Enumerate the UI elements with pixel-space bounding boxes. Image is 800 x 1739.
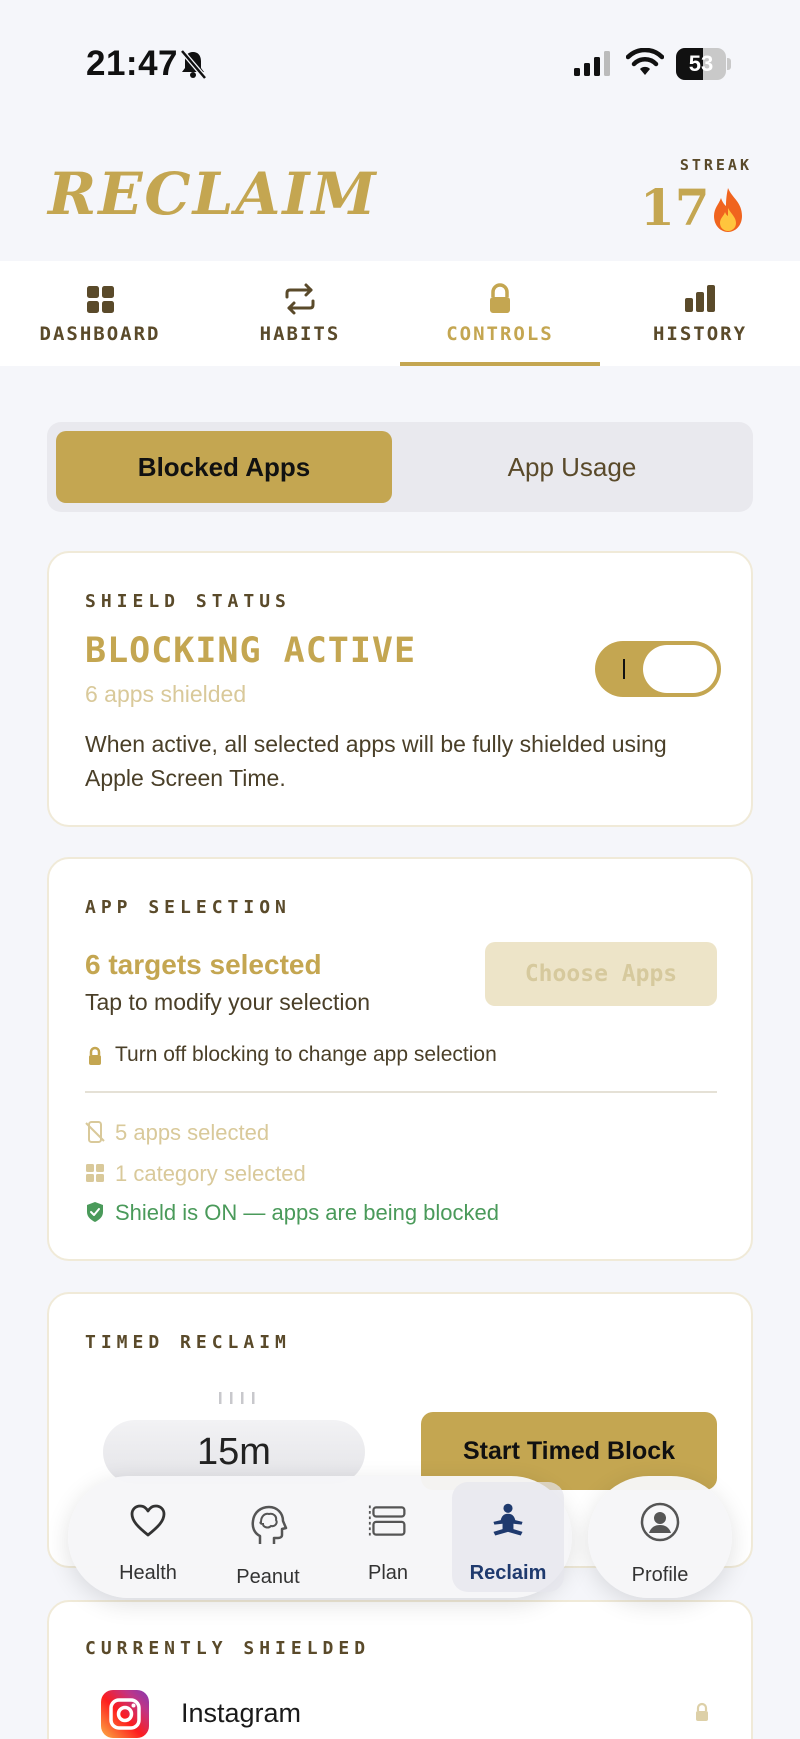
targets-selected-subtitle: Tap to modify your selection bbox=[85, 989, 371, 1015]
shielded-app-name: Instagram bbox=[181, 1698, 302, 1728]
plan-icon bbox=[368, 1505, 406, 1537]
blocking-active-title: BLOCKING ACTIVE bbox=[85, 631, 417, 671]
active-tab-indicator bbox=[400, 362, 600, 366]
blocked-apps-segment[interactable]: Blocked Apps bbox=[56, 431, 392, 503]
picker-ticks bbox=[219, 1392, 255, 1404]
lock-icon bbox=[89, 1046, 101, 1065]
nav-profile[interactable]: Profile bbox=[588, 1476, 732, 1598]
currently-shielded-card: CURRENTLY SHIELDED Instagram bbox=[47, 1600, 753, 1739]
wifi-icon bbox=[626, 48, 664, 75]
nav-peanut[interactable]: Peanut bbox=[208, 1476, 328, 1598]
duration-picker[interactable]: 15m bbox=[103, 1420, 365, 1484]
nav-reclaim[interactable]: Reclaim bbox=[448, 1476, 568, 1598]
tab-history[interactable]: HISTORY bbox=[600, 261, 800, 366]
apps-selected-count: 5 apps selected bbox=[115, 1120, 270, 1145]
cellular-signal-icon bbox=[574, 51, 610, 76]
lock-note: Turn off blocking to change app selectio… bbox=[115, 1043, 497, 1066]
battery-indicator: 53 bbox=[676, 48, 731, 80]
shield-on-status: Shield is ON — apps are being blocked bbox=[115, 1200, 499, 1225]
person-circle-icon bbox=[640, 1502, 680, 1542]
blocking-toggle[interactable] bbox=[595, 641, 721, 697]
status-time: 21:47 bbox=[86, 44, 179, 83]
brand-title: RECLAIM bbox=[48, 160, 378, 228]
instagram-app-icon bbox=[101, 1690, 149, 1738]
blocked-usage-segmented-control: Blocked Apps App Usage bbox=[47, 422, 753, 512]
shield-description: When active, all selected apps will be f… bbox=[85, 731, 667, 791]
grid-icon bbox=[87, 286, 114, 313]
shield-status-card: SHIELD STATUS BLOCKING ACTIVE 6 apps shi… bbox=[47, 551, 753, 827]
nav-plan[interactable]: Plan bbox=[328, 1476, 448, 1598]
app-selection-label: APP SELECTION bbox=[85, 897, 291, 918]
currently-shielded-label: CURRENTLY SHIELDED bbox=[85, 1638, 371, 1659]
duration-value: 15m bbox=[197, 1431, 271, 1473]
shield-check-icon bbox=[87, 1202, 103, 1222]
tab-habits[interactable]: HABITS bbox=[200, 261, 400, 366]
heart-icon bbox=[130, 1504, 166, 1537]
phone-slash-icon bbox=[85, 1121, 105, 1143]
divider bbox=[85, 1091, 717, 1093]
nav-health[interactable]: Health bbox=[88, 1476, 208, 1598]
apps-shielded-count: 6 apps shielded bbox=[85, 681, 247, 707]
tab-dashboard-label: DASHBOARD bbox=[39, 323, 161, 345]
app-selection-card: APP SELECTION 6 targets selected Tap to … bbox=[47, 857, 753, 1261]
nav-peanut-label: Peanut bbox=[236, 1566, 300, 1588]
lock-icon bbox=[490, 283, 510, 313]
tab-controls[interactable]: CONTROLS bbox=[400, 261, 600, 366]
bar-chart-icon bbox=[685, 285, 715, 312]
top-tab-bar: DASHBOARD HABITS CONTROLS HISTORY bbox=[0, 261, 800, 366]
shield-status-label: SHIELD STATUS bbox=[85, 591, 291, 612]
choose-apps-button[interactable]: Choose Apps bbox=[485, 942, 717, 1006]
nav-reclaim-label: Reclaim bbox=[469, 1562, 547, 1584]
streak-label: STREAK bbox=[679, 156, 752, 174]
tab-history-label: HISTORY bbox=[652, 323, 748, 345]
repeat-icon bbox=[285, 283, 315, 315]
targets-selected-title: 6 targets selected bbox=[85, 949, 322, 980]
brain-head-icon bbox=[251, 1505, 288, 1544]
nav-plan-label: Plan bbox=[367, 1562, 409, 1584]
nav-profile-label: Profile bbox=[631, 1564, 689, 1586]
lock-icon bbox=[696, 1702, 708, 1721]
app-usage-segment[interactable]: App Usage bbox=[400, 431, 744, 503]
meditation-icon bbox=[493, 1503, 523, 1536]
timed-reclaim-label: TIMED RECLAIM bbox=[85, 1332, 291, 1353]
tab-dashboard[interactable]: DASHBOARD bbox=[0, 261, 200, 366]
streak-value: 17 bbox=[640, 178, 710, 237]
nav-health-label: Health bbox=[119, 1562, 177, 1584]
battery-level: 53 bbox=[688, 51, 714, 76]
category-selected-count: 1 category selected bbox=[115, 1161, 306, 1186]
bottom-nav-bar: Health Peanut Plan Reclaim bbox=[68, 1476, 572, 1598]
tab-habits-label: HABITS bbox=[259, 323, 341, 345]
tab-controls-label: CONTROLS bbox=[446, 323, 554, 345]
bell-slash-icon bbox=[180, 49, 207, 80]
category-grid-icon bbox=[86, 1164, 104, 1182]
fire-icon bbox=[714, 188, 742, 232]
